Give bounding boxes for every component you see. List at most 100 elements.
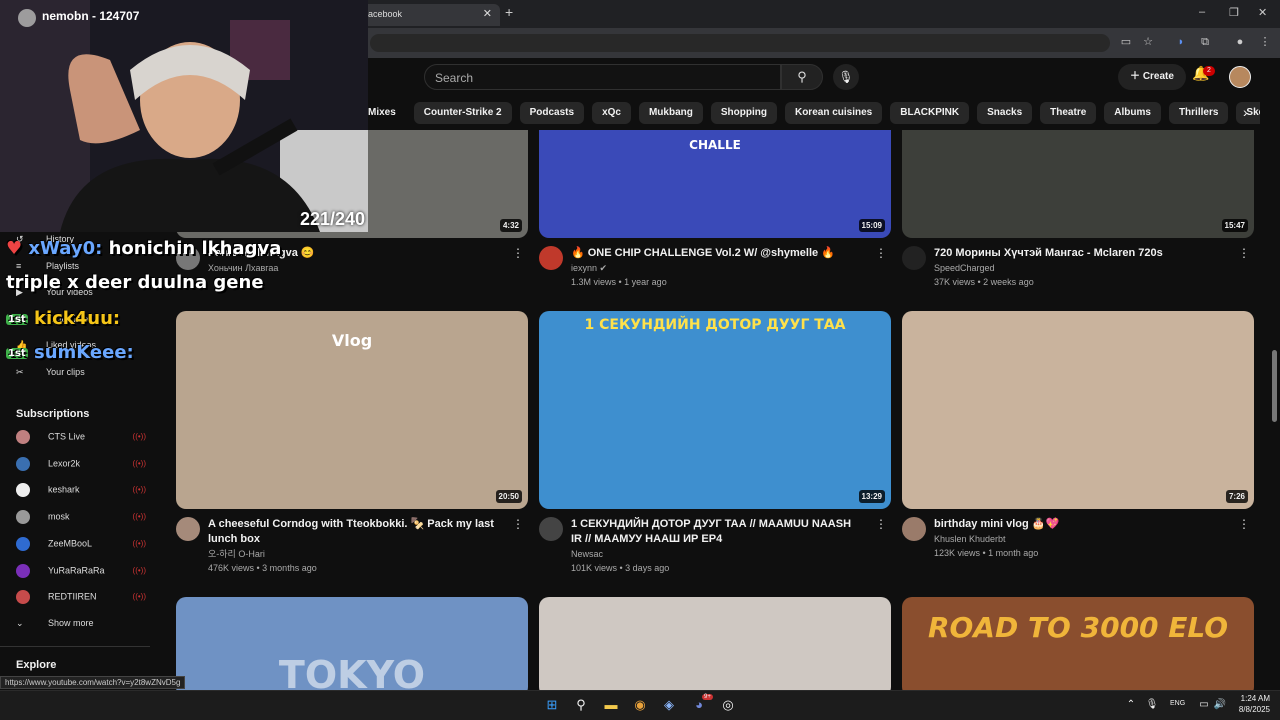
more-options-icon[interactable]: ⋮ (512, 517, 524, 531)
bookmark-star-icon[interactable]: ☆ (1140, 34, 1156, 50)
extension-icon[interactable]: ◗ (1173, 34, 1189, 50)
video-duration: 15:47 (1221, 219, 1248, 232)
account-avatar[interactable] (1229, 66, 1251, 88)
more-options-icon[interactable]: ⋮ (512, 246, 524, 260)
chrome-icon[interactable]: ◉ (631, 696, 649, 714)
volume-icon[interactable]: 🔊 (1211, 696, 1229, 714)
folder-icon[interactable]: ▬ (602, 696, 620, 714)
chevron-right-icon[interactable]: › (1243, 104, 1248, 120)
show-more-button[interactable]: ⌄ Show more (16, 618, 94, 629)
chip-7[interactable]: BLACKPINK (890, 102, 970, 124)
chip-1[interactable]: Counter-Strike 2 (413, 102, 512, 124)
channel-name[interactable]: SpeedCharged (934, 261, 1228, 275)
obs-icon[interactable]: ◎ (719, 696, 737, 714)
steam-icon[interactable]: ◈ (660, 696, 678, 714)
sidebar-item-5[interactable]: ✂ Your clips (16, 367, 85, 378)
new-tab-button[interactable]: + (505, 4, 513, 20)
chip-6[interactable]: Korean cuisines (784, 102, 883, 124)
menu-dots-icon[interactable]: ⋮ (1257, 34, 1273, 50)
channel-avatar[interactable] (539, 246, 563, 270)
chip-10[interactable]: Albums (1104, 102, 1161, 124)
more-options-icon[interactable]: ⋮ (875, 246, 887, 260)
minimize-icon[interactable]: – (1199, 6, 1205, 18)
video-thumbnail[interactable]: ROAD TO 3000 ELO (902, 597, 1254, 697)
video-title[interactable]: birthday mini vlog 🎂💖 (934, 517, 1228, 532)
streamer-name: nemobn - 124707 (42, 9, 140, 23)
cast-icon[interactable]: ▭ (1118, 34, 1134, 50)
create-label: Create (1142, 71, 1174, 82)
video-card[interactable]: 20:50 Vlog A cheeseful Corndog with Tteokb… (176, 311, 528, 575)
subscription-item[interactable]: mosk ((•)) (16, 510, 146, 525)
video-card[interactable] (539, 597, 891, 697)
language-indicator[interactable]: ENG (1170, 700, 1185, 707)
video-title[interactable]: 🔥 ONE CHIP CHALLENGE Vol.2 W/ @shymelle … (571, 246, 865, 261)
channel-avatar[interactable] (539, 517, 563, 541)
webcam-image (0, 0, 368, 232)
video-title[interactable]: 720 Морины Хүчтэй Мангас - Mclaren 720s (934, 246, 1228, 261)
restore-icon[interactable]: ❐ (1229, 6, 1239, 19)
chip-3[interactable]: xQc (592, 102, 631, 124)
search-icon[interactable]: ⚲ (572, 696, 590, 714)
chip-4[interactable]: Mukbang (638, 102, 703, 124)
more-options-icon[interactable]: ⋮ (1238, 517, 1250, 531)
chevron-up-icon[interactable]: ⌃ (1122, 696, 1140, 714)
scrollbar-thumb[interactable] (1272, 350, 1277, 422)
video-card[interactable]: 15:47 720 Морины Хүчтэй Мангас - Mclaren … (902, 130, 1254, 289)
channel-name[interactable]: Khuslen Khuderbt (934, 532, 1228, 546)
windows-start-icon[interactable]: ⊞ (543, 696, 561, 714)
video-thumbnail[interactable] (539, 597, 891, 697)
sidebar-item-1[interactable]: ≡ Playlists (16, 261, 79, 271)
subscription-item[interactable]: Lexor2k ((•)) (16, 456, 146, 471)
streamer-avatar (18, 9, 36, 27)
video-card[interactable]: 7:26 birthday mini vlog 🎂💖 Khuslen Khuderb… (902, 311, 1254, 560)
chip-9[interactable]: Theatre (1040, 102, 1097, 124)
video-info: 🔥 ONE CHIP CHALLENGE Vol.2 W/ @shymelle … (539, 246, 891, 289)
video-thumbnail[interactable]: TOKYO (176, 597, 528, 697)
search-button[interactable]: ⚲ (781, 64, 823, 90)
chip-11[interactable]: Thrillers (1168, 102, 1229, 124)
omnibox[interactable] (370, 34, 1110, 52)
video-card[interactable]: ROAD TO 3000 ELO (902, 597, 1254, 697)
chip-12[interactable]: Sketch comedy (1236, 102, 1260, 124)
channel-avatar[interactable] (176, 517, 200, 541)
video-duration: 13:29 (858, 490, 885, 503)
channel-avatar[interactable] (902, 517, 926, 541)
video-thumbnail[interactable]: 15:09 CHALLE (539, 130, 891, 238)
close-window-icon[interactable]: ✕ (1258, 6, 1267, 19)
chip-8[interactable]: Snacks (977, 102, 1033, 124)
browser-tab[interactable]: acebook ✕ (360, 4, 500, 26)
subscription-item[interactable]: REDTIIREN ((•)) (16, 590, 146, 605)
video-title[interactable]: A cheeseful Corndog with Tteokbokki. 🍢 P… (208, 517, 502, 547)
more-options-icon[interactable]: ⋮ (1238, 246, 1250, 260)
more-options-icon[interactable]: ⋮ (875, 517, 887, 531)
video-thumbnail[interactable]: 20:50 Vlog (176, 311, 528, 509)
channel-name[interactable]: 오-하리 O-Hari (208, 547, 502, 561)
subscription-item[interactable]: ZeeMBooL ((•)) (16, 536, 146, 551)
video-card[interactable]: TOKYO (176, 597, 528, 697)
tab-close-icon[interactable]: ✕ (483, 7, 492, 20)
video-thumbnail[interactable]: 15:47 (902, 130, 1254, 238)
profile-icon[interactable]: ● (1232, 34, 1248, 50)
channel-name[interactable]: Newsac (571, 547, 865, 561)
video-thumbnail[interactable]: 7:26 (902, 311, 1254, 509)
search-input[interactable]: Search (424, 64, 781, 90)
video-thumbnail[interactable]: 13:29 1 СЕКУНДИЙН ДОТОР ДУУГ ТАА (539, 311, 891, 509)
channel-avatar[interactable] (902, 246, 926, 270)
mic-icon: 🎙 (838, 70, 854, 84)
chip-5[interactable]: Shopping (710, 102, 777, 124)
puzzle-icon[interactable]: ⧉ (1197, 34, 1213, 50)
create-button[interactable]: ＋ Create (1118, 64, 1186, 90)
chip-0[interactable]: Mixes (368, 102, 406, 124)
system-clock[interactable]: 1:24 AM 8/8/2025 (1234, 693, 1270, 715)
mic-tray-icon[interactable]: 🎙 (1143, 696, 1161, 714)
voice-search-button[interactable]: 🎙 (833, 64, 859, 90)
subscription-item[interactable]: keshark ((•)) (16, 483, 146, 498)
subscription-item[interactable]: YuRaRaRaRa ((•)) (16, 563, 146, 578)
video-card[interactable]: 13:29 1 СЕКУНДИЙН ДОТОР ДУУГ ТАА 1 СЕКУНДИ… (539, 311, 891, 575)
channel-name[interactable]: iexynn ✔ (571, 261, 865, 275)
subscriptions-heading[interactable]: Subscriptions (16, 408, 89, 420)
video-card[interactable]: 15:09 CHALLE 🔥 ONE CHIP CHALLENGE Vol.2 W/… (539, 130, 891, 289)
chip-2[interactable]: Podcasts (519, 102, 585, 124)
subscription-item[interactable]: CTS Live ((•)) (16, 430, 146, 444)
video-title[interactable]: 1 СЕКУНДИЙН ДОТОР ДУУГ ТАА // MAAMUU NAA… (571, 517, 865, 547)
